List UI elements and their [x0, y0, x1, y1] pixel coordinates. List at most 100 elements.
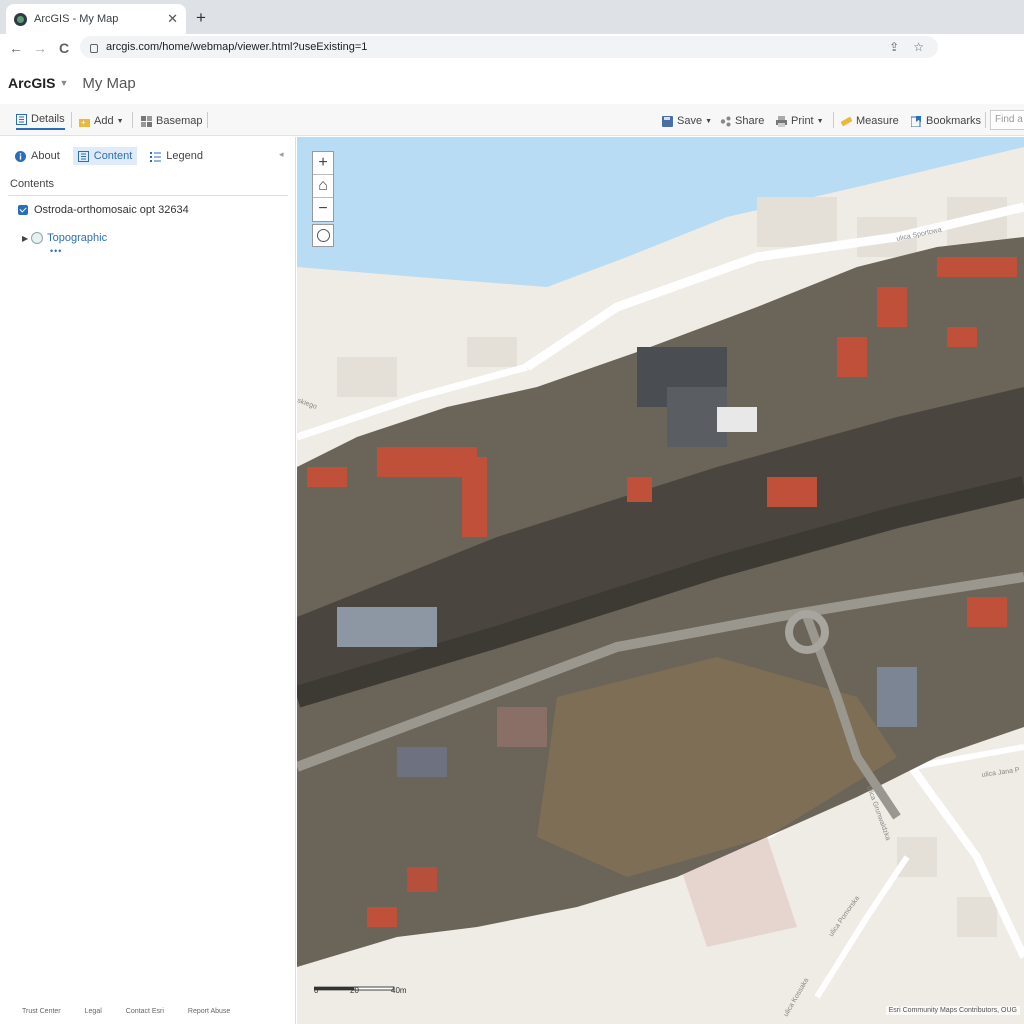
basemap-grid-icon — [141, 115, 152, 127]
tab-title: ArcGIS - My Map — [34, 13, 119, 25]
map-title: My Map — [82, 74, 136, 92]
map-view[interactable]: ulica Sportowa ulica Jana P ulica Pomors… — [297, 137, 1024, 1024]
reload-icon[interactable]: C — [54, 40, 74, 56]
add-caret-icon: ▼ — [116, 117, 124, 125]
layer-options-icon[interactable]: ••• — [50, 246, 62, 256]
red-roof-building — [367, 907, 397, 927]
home-button[interactable]: ⌂ — [313, 175, 333, 198]
basemap-globe-icon — [31, 232, 44, 244]
legend-icon — [150, 151, 162, 162]
basemap-button[interactable]: Basemap — [141, 112, 202, 130]
toolbar-divider — [132, 112, 133, 128]
share-page-icon[interactable]: ⇪ — [889, 40, 899, 54]
map-canvas[interactable]: ulica Sportowa ulica Jana P ulica Pomors… — [297, 137, 1024, 1024]
save-label: Save — [677, 115, 703, 127]
arcgis-brand-menu[interactable]: ArcGIS — [8, 75, 55, 91]
map-attribution[interactable]: Esri Community Maps Contributors, OUG — [885, 1006, 1020, 1015]
print-caret-icon: ▼ — [816, 117, 824, 125]
svg-text:+: + — [81, 118, 86, 127]
land-block — [957, 897, 997, 937]
grey-roof-building — [337, 607, 437, 647]
scale-label-0: 0 — [314, 986, 319, 995]
red-roof-building — [947, 327, 977, 347]
basemap-road — [814, 855, 910, 999]
details-label: Details — [31, 113, 65, 125]
new-tab-button[interactable]: + — [191, 8, 211, 28]
info-icon — [15, 150, 26, 162]
layer-visibility-checkbox[interactable] — [18, 205, 28, 215]
details-icon — [16, 113, 27, 125]
add-label: Add — [94, 115, 114, 127]
forward-arrow-icon[interactable]: → — [30, 40, 50, 56]
footer-link-contact[interactable]: Contact Esri — [126, 1008, 164, 1015]
toolbar-divider — [207, 112, 208, 128]
scale-label-40: 40m — [391, 986, 407, 995]
expand-arrow-icon[interactable]: ▶ — [22, 234, 28, 243]
back-arrow-icon[interactable]: ← — [6, 40, 26, 56]
footer-links: Trust Center Legal Contact Esri Report A… — [22, 1008, 254, 1015]
tab-close-icon[interactable]: ✕ — [167, 11, 178, 27]
land-block — [467, 337, 517, 367]
zoom-out-button[interactable]: − — [313, 198, 333, 221]
scale-label-20: 20 — [350, 986, 359, 995]
share-icon — [720, 116, 731, 126]
red-roof-building — [937, 257, 1017, 277]
print-button[interactable]: Print ▼ — [776, 112, 824, 130]
street-label: ulica Kossaka — [783, 977, 811, 1018]
collapse-panel-icon[interactable]: ◂ — [279, 149, 284, 160]
add-button[interactable]: + Add ▼ — [79, 112, 124, 130]
measure-ruler-icon — [841, 116, 852, 126]
red-roof-building — [407, 867, 437, 892]
layer-item-orthomosaic[interactable]: Ostroda-orthomosaic opt 32634 — [18, 204, 189, 216]
layer-name[interactable]: Ostroda-orthomosaic opt 32634 — [34, 204, 189, 216]
land-block — [757, 197, 837, 247]
app-header: ArcGIS ▼ My Map — [0, 62, 1024, 104]
locate-button[interactable] — [312, 224, 334, 247]
land-block — [897, 837, 937, 877]
save-button[interactable]: Save ▼ — [662, 112, 712, 130]
browser-toolbar: ← → C arcgis.com/home/webmap/viewer.html… — [0, 34, 1024, 62]
red-roof-building — [307, 467, 347, 487]
share-button[interactable]: Share — [720, 112, 764, 130]
browser-tab[interactable]: ArcGIS - My Map ✕ — [6, 4, 186, 34]
land-block — [337, 357, 397, 397]
url-text[interactable]: arcgis.com/home/webmap/viewer.html?useEx… — [106, 41, 889, 53]
contents-divider — [8, 195, 288, 196]
scale-bar: 0 20 40m — [314, 986, 424, 996]
tab-about[interactable]: About — [10, 147, 65, 165]
bookmarks-icon — [911, 115, 921, 127]
red-roof-building — [767, 477, 817, 507]
print-label: Print — [791, 115, 814, 127]
tab-content[interactable]: Content — [72, 147, 138, 165]
zoom-in-button[interactable]: + — [313, 152, 333, 175]
bookmark-star-icon[interactable]: ☆ — [913, 40, 924, 54]
tab-about-label: About — [31, 150, 60, 162]
red-roof-building — [462, 457, 487, 537]
details-button[interactable]: Details — [16, 112, 65, 130]
tab-legend-label: Legend — [166, 150, 203, 162]
save-disk-icon — [662, 115, 673, 127]
red-roof-building — [627, 477, 652, 502]
grey-roof-building — [497, 707, 547, 747]
browser-tab-strip: ArcGIS - My Map ✕ + — [0, 0, 1024, 34]
layer-name[interactable]: Topographic — [47, 232, 107, 244]
bookmarks-button[interactable]: Bookmarks — [911, 112, 981, 130]
map-toolbar: Details + Add ▼ Basemap Save ▼ Share Pri… — [0, 104, 1024, 136]
find-address-input[interactable]: Find a — [990, 110, 1024, 130]
layer-item-topographic[interactable]: ▶ Topographic — [22, 232, 107, 244]
basemap-label: Basemap — [156, 115, 203, 127]
footer-link-report-abuse[interactable]: Report Abuse — [188, 1008, 230, 1015]
brand-caret-icon[interactable]: ▼ — [59, 78, 68, 88]
toolbar-divider — [985, 112, 986, 128]
tab-legend[interactable]: Legend — [145, 147, 208, 165]
address-bar[interactable]: arcgis.com/home/webmap/viewer.html?useEx… — [80, 36, 938, 58]
measure-button[interactable]: Measure — [841, 112, 899, 130]
zoom-controls: + ⌂ − — [312, 151, 334, 222]
grey-roof-building — [877, 667, 917, 727]
red-roof-building — [877, 287, 907, 327]
tab-content-label: Content — [93, 150, 133, 162]
printer-icon — [776, 115, 787, 127]
red-roof-building — [837, 337, 867, 377]
footer-link-legal[interactable]: Legal — [85, 1008, 102, 1015]
footer-link-trust-center[interactable]: Trust Center — [22, 1008, 61, 1015]
